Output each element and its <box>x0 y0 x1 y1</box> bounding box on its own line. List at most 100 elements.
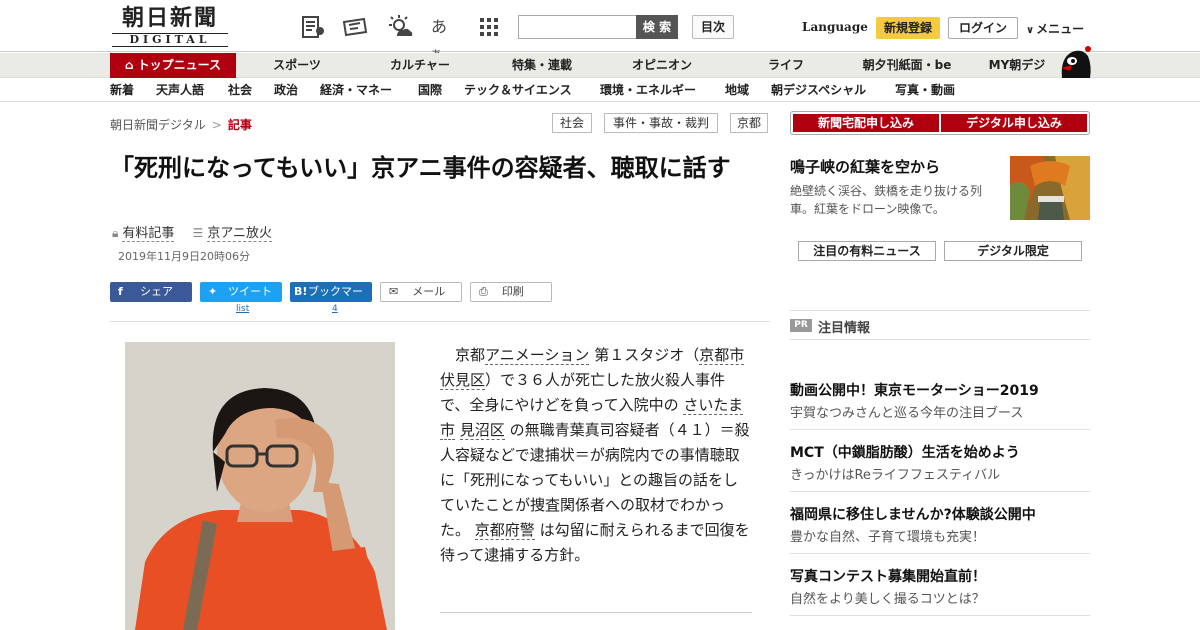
nav-top-news[interactable]: ⌂ トップニュース <box>110 53 236 78</box>
nav2-environment[interactable]: 環境・エネルギー <box>600 78 696 102</box>
site-header: 朝日新聞 DIGITAL ああ 検 索 目次 Language 新規登録 ログイ… <box>0 0 1200 61</box>
logo-name-jp: 朝日新聞 <box>121 5 218 31</box>
feature-title[interactable]: 鳴子峡の紅葉を空から <box>790 156 940 177</box>
register-button[interactable]: 新規登録 <box>876 17 940 39</box>
index-button[interactable]: 目次 <box>692 15 734 39</box>
pr-item-subtitle: 宇賀なつみさんと巡る今年の注目ブース <box>790 406 1024 421</box>
hatena-icon: B! <box>294 285 308 298</box>
pr-item-subtitle: 豊かな自然、子育て環境も充実！ <box>790 530 986 545</box>
digital-subscribe-button[interactable]: デジタル申し込み <box>941 114 1087 132</box>
print-button[interactable]: ⎙ 印刷 <box>470 282 552 302</box>
pr-item-headline: 写真コンテスト募集開始直前！ <box>790 569 986 585</box>
facebook-share-button[interactable]: f シェア <box>110 282 192 302</box>
mail-icon: ✉ <box>389 285 399 298</box>
feature-thumbnail[interactable] <box>1010 156 1090 220</box>
mascot-icon[interactable] <box>1058 44 1092 78</box>
nav2-special[interactable]: 朝デジスペシャル <box>771 78 866 102</box>
secondary-nav: 新着 天声人語 社会 政治 経済・マネー 国際 テック＆サイエンス 環境・エネル… <box>0 78 1200 102</box>
breadcrumb-separator: > <box>211 118 222 132</box>
article-body: 京都アニメーション 第１スタジオ（京都市 伏見区）で３６人が死亡した放火殺人事件… <box>440 343 752 568</box>
keyword-link[interactable]: 伏見区 <box>440 371 486 390</box>
list-icon: ☰ <box>192 226 204 240</box>
nav2-tenseijingo[interactable]: 天声人語 <box>156 78 204 102</box>
article-photo[interactable] <box>125 342 395 630</box>
tag-incidents[interactable]: 事件・事故・裁判 <box>604 113 718 133</box>
divider <box>110 321 770 322</box>
keyword-link[interactable]: 京都府警 <box>474 521 535 540</box>
subscription-box: 新聞宅配申し込み デジタル申し込み <box>790 111 1090 135</box>
ticket-icon[interactable] <box>342 14 368 40</box>
breadcrumb-current: 記事 <box>227 118 252 132</box>
nav2-economy[interactable]: 経済・マネー <box>320 78 392 102</box>
tag-society[interactable]: 社会 <box>552 113 592 133</box>
nav-culture[interactable]: カルチャー <box>380 53 460 78</box>
article-title: 「死刑になってもいい」京アニ事件の容疑者、聴取に話す <box>110 154 731 182</box>
menu-label: メニュー <box>1036 22 1085 36</box>
nav2-tech-science[interactable]: テック＆サイエンス <box>464 78 572 102</box>
twitter-count[interactable]: list <box>236 304 249 314</box>
nav-newspaper-be[interactable]: 朝夕刊紙面・be <box>852 53 962 78</box>
keyword-link[interactable]: 見沼区 <box>459 421 505 440</box>
language-link[interactable]: Language <box>802 20 868 34</box>
pr-item[interactable]: MCT（中鎖脂肪酸）生活を始めよう きっかけはReライフフェスティバル <box>790 442 1090 492</box>
nav-top-news-label: トップニュース <box>137 58 221 72</box>
chevron-down-icon: ∨ <box>1026 25 1035 36</box>
pr-item-subtitle: きっかけはReライフフェスティバル <box>790 468 1001 483</box>
print-label: 印刷 <box>501 285 524 298</box>
series-link[interactable]: 京アニ放火 <box>207 226 273 242</box>
keyword-link[interactable]: アニメーション <box>485 346 590 365</box>
body-text-segment: 京都 <box>440 346 486 364</box>
login-button[interactable]: ログイン <box>948 17 1018 39</box>
nav-my-asadigi[interactable]: MY朝デジ <box>982 53 1052 78</box>
paid-article-link[interactable]: 有料記事 <box>122 226 175 242</box>
pr-badge: PR <box>790 319 812 332</box>
facebook-share-label: シェア <box>140 285 173 298</box>
pr-item-subtitle: 自然をより美しく撮るコツとは？ <box>790 592 985 607</box>
breadcrumb-home[interactable]: 朝日新聞デジタル <box>110 118 206 132</box>
weather-icon[interactable] <box>387 14 413 40</box>
facebook-icon: f <box>118 285 123 298</box>
mail-button[interactable]: ✉ メール <box>380 282 462 302</box>
pr-item[interactable]: 動画公開中！東京モーターショー2019 宇賀なつみさんと巡る今年の注目ブース <box>790 380 1090 430</box>
pr-item-headline: 福岡県に移住しませんか?体験談公開中 <box>790 507 1036 523</box>
nav-life[interactable]: ライフ <box>756 53 816 78</box>
nav-features[interactable]: 特集・連載 <box>500 53 584 78</box>
article-date: 2019年11月9日20時06分 <box>118 250 250 263</box>
asahi-logo[interactable]: 朝日新聞 DIGITAL <box>112 5 228 47</box>
primary-nav: ⌂ トップニュース スポーツ カルチャー 特集・連載 オピニオン ライフ 朝夕刊紙… <box>0 53 1200 78</box>
pr-item[interactable]: 写真コンテスト募集開始直前！ 自然をより美しく撮るコツとは？ <box>790 566 1090 616</box>
keyword-link[interactable]: 京都市 <box>699 346 745 365</box>
lock-icon: 🔒︎ <box>112 226 119 240</box>
digital-only-button[interactable]: デジタル限定 <box>944 241 1082 261</box>
nav2-photo-video[interactable]: 写真・動画 <box>895 78 955 102</box>
nav2-society[interactable]: 社会 <box>228 78 252 102</box>
nav2-politics[interactable]: 政治 <box>274 78 298 102</box>
article-meta: 🔒︎ 有料記事 ☰ 京アニ放火 <box>112 222 273 242</box>
font-size-icon[interactable]: ああ <box>431 14 457 61</box>
twitter-share-button[interactable]: ✦ ツイート <box>200 282 282 302</box>
twitter-share-label: ツイート <box>228 285 272 298</box>
pr-item-headline: 動画公開中！東京モーターショー2019 <box>790 383 1039 399</box>
nav-sports[interactable]: スポーツ <box>262 53 332 78</box>
grid-menu-icon[interactable] <box>476 14 502 40</box>
print-icon: ⎙ <box>479 285 488 298</box>
pr-item[interactable]: 福岡県に移住しませんか?体験談公開中 豊かな自然、子育て環境も充実！ <box>790 504 1090 554</box>
featured-paid-news-button[interactable]: 注目の有料ニュース <box>798 241 936 261</box>
newspaper-delivery-button[interactable]: 新聞宅配申し込み <box>793 114 939 132</box>
nav-opinion[interactable]: オピニオン <box>622 53 702 78</box>
body-divider <box>440 612 752 613</box>
nav2-latest[interactable]: 新着 <box>110 78 134 102</box>
mail-label: メール <box>412 285 446 298</box>
feature-description: 絶壁続く渓谷、鉄橋を走り抜ける列車。紅葉をドローン映像で。 <box>790 184 983 216</box>
newspaper-icon[interactable] <box>300 14 326 40</box>
nav2-international[interactable]: 国際 <box>418 78 442 102</box>
twitter-icon: ✦ <box>208 285 218 298</box>
pr-section-label: 注目情報 <box>818 321 871 336</box>
menu-button[interactable]: ∨ メニュー <box>1026 20 1084 37</box>
search-input[interactable] <box>518 15 638 39</box>
hatena-bookmark-button[interactable]: B!ブックマーク <box>290 282 372 318</box>
tag-kyoto[interactable]: 京都 <box>730 113 768 133</box>
search-button[interactable]: 検 索 <box>636 15 678 39</box>
nav2-region[interactable]: 地域 <box>725 78 749 102</box>
hatena-count[interactable]: 4 <box>332 304 338 314</box>
